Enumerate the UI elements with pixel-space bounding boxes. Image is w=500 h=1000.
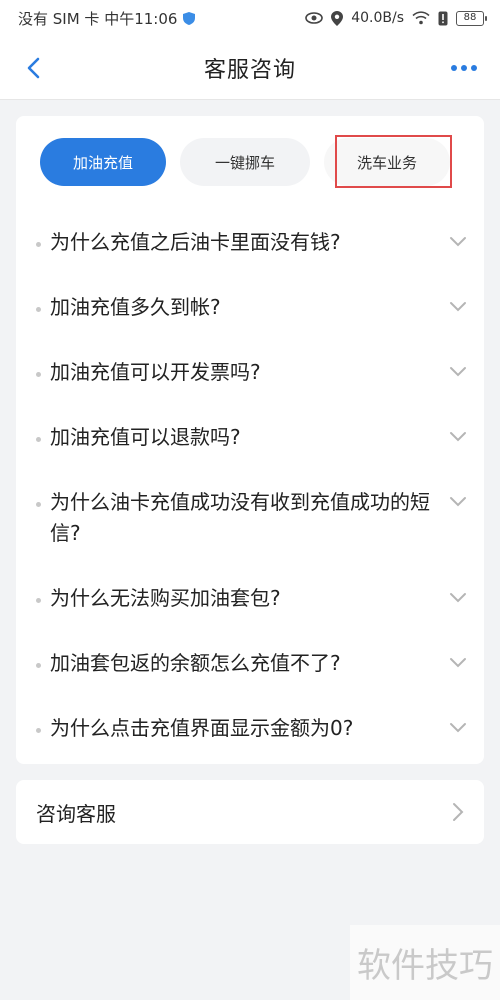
bullet-dot (36, 307, 41, 312)
bullet-dot (36, 502, 41, 507)
page-title: 客服咨询 (203, 57, 296, 83)
status-left: 没有 SIM 卡 中午11:06 (18, 8, 196, 29)
chevron-down-icon (450, 367, 466, 377)
faq-question: 加油充值可以退款吗? (50, 425, 241, 449)
battery-icon: 88 (456, 10, 487, 26)
bullet-dot (36, 242, 41, 247)
category-tabs: 加油充值 一键挪车 洗车业务 (16, 116, 484, 206)
shield-icon (183, 11, 196, 25)
faq-question: 为什么点击充值界面显示金额为0? (50, 716, 354, 740)
tab-label: 洗车业务 (356, 153, 417, 172)
tab-fuel-recharge[interactable]: 加油充值 (40, 138, 166, 186)
faq-item[interactable]: 为什么无法购买加油套包? (16, 566, 484, 631)
chevron-down-icon (450, 432, 466, 442)
faq-item[interactable]: 加油套包返的余额怎么充值不了? (16, 631, 484, 696)
chevron-down-icon (450, 593, 466, 603)
back-arrow-icon[interactable] (20, 54, 48, 82)
bullet-dot (36, 437, 41, 442)
status-right: 40.0B/s 88 (305, 10, 487, 26)
status-bar: 没有 SIM 卡 中午11:06 40.0B/s 88 (0, 0, 500, 36)
chevron-down-icon (450, 723, 466, 733)
faq-question: 为什么油卡充值成功没有收到充值成功的短信? (50, 490, 430, 545)
faq-item[interactable]: 加油充值可以退款吗? (16, 405, 484, 470)
screen: 没有 SIM 卡 中午11:06 40.0B/s 88 客服咨询 加油充值 一键… (0, 0, 500, 1000)
bullet-dot (36, 728, 41, 733)
faq-question: 为什么无法购买加油套包? (50, 586, 281, 610)
faq-item[interactable]: 加油充值多久到帐? (16, 275, 484, 340)
chevron-down-icon (450, 237, 466, 247)
faq-question: 为什么充值之后油卡里面没有钱? (50, 230, 341, 254)
tab-label: 一键挪车 (214, 153, 275, 172)
tab-label: 加油充值 (72, 153, 133, 172)
chevron-right-icon (453, 803, 464, 821)
nav-bar: 客服咨询 (0, 36, 500, 100)
consult-service-row[interactable]: 咨询客服 (16, 780, 484, 844)
chevron-down-icon (450, 302, 466, 312)
bullet-dot (36, 598, 41, 603)
carrier-time-text: 没有 SIM 卡 中午11:06 (18, 9, 178, 28)
tab-car-wash[interactable]: 洗车业务 (324, 138, 450, 186)
more-icon[interactable] (448, 58, 480, 78)
eye-icon (305, 12, 324, 24)
faq-question: 加油套包返的余额怎么充值不了? (50, 651, 341, 675)
battery-level: 88 (463, 12, 477, 23)
faq-question: 加油充值可以开发票吗? (50, 360, 261, 384)
faq-question: 加油充值多久到帐? (50, 295, 221, 319)
net-speed-text: 40.0B/s (351, 10, 404, 26)
consult-label: 咨询客服 (36, 801, 116, 826)
bullet-dot (36, 663, 41, 668)
faq-item[interactable]: 为什么点击充值界面显示金额为0? (16, 696, 484, 761)
faq-item[interactable]: 为什么油卡充值成功没有收到充值成功的短信? (16, 470, 484, 566)
wifi-icon (412, 11, 430, 25)
faq-list: 为什么充值之后油卡里面没有钱? 加油充值多久到帐? 加油充值可以开发票吗? 加油… (16, 210, 484, 761)
watermark: 软件技巧 (350, 925, 500, 1000)
tab-move-car[interactable]: 一键挪车 (180, 138, 310, 186)
alert-icon (438, 11, 448, 25)
watermark-text: 软件技巧 (357, 946, 493, 986)
location-icon (331, 10, 344, 26)
faq-item[interactable]: 为什么充值之后油卡里面没有钱? (16, 210, 484, 275)
faq-card: 加油充值 一键挪车 洗车业务 为什么充值之后油卡里面没有钱? 加油充值多久到帐? (16, 116, 484, 764)
chevron-down-icon (450, 658, 466, 668)
bullet-dot (36, 372, 41, 377)
chevron-down-icon (450, 497, 466, 507)
faq-item[interactable]: 加油充值可以开发票吗? (16, 340, 484, 405)
